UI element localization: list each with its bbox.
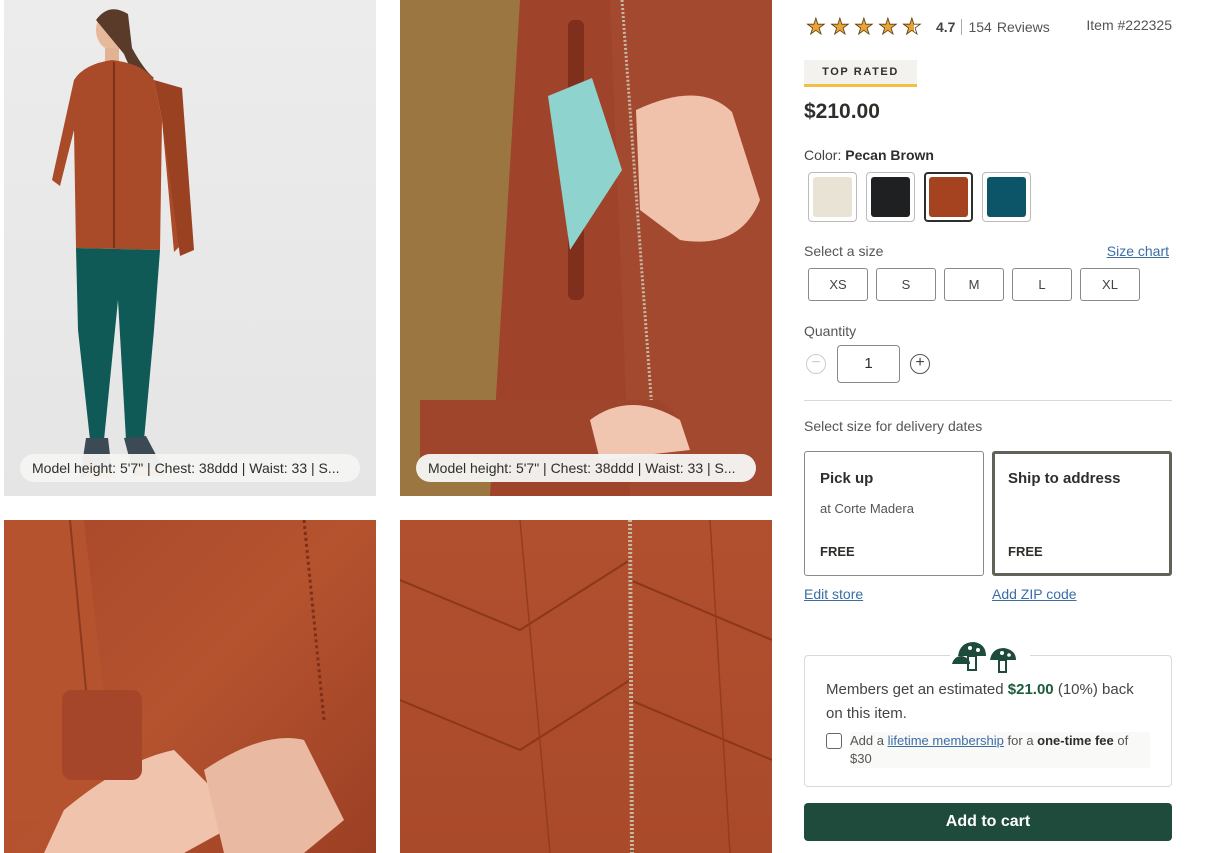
membership-mid: for a bbox=[1003, 733, 1038, 748]
reviews-count[interactable]: 154 bbox=[968, 19, 991, 35]
quantity-input[interactable]: 1 bbox=[837, 345, 900, 383]
star-icon: ★ bbox=[830, 14, 851, 39]
size-l-button[interactable]: L bbox=[1012, 268, 1072, 301]
mushroom-icon bbox=[950, 634, 1030, 674]
section-divider bbox=[804, 400, 1172, 401]
quantity-label: Quantity bbox=[804, 323, 857, 339]
swatch-cream[interactable] bbox=[808, 172, 857, 222]
rating-divider bbox=[961, 19, 963, 35]
add-zip-link[interactable]: Add ZIP code bbox=[992, 586, 1077, 602]
half-star-icon: ★ bbox=[902, 15, 926, 38]
size-m-button[interactable]: M bbox=[944, 268, 1004, 301]
pocket-illustration bbox=[400, 0, 772, 496]
size-label: Select a size bbox=[804, 243, 884, 259]
swatch-pecan-brown[interactable] bbox=[924, 172, 973, 222]
model-info-caption: Model height: 5'7" | Chest: 38ddd | Wais… bbox=[416, 454, 756, 482]
price: $210.00 bbox=[804, 100, 880, 123]
membership-offer: Add a lifetime membership for a one-time… bbox=[850, 732, 1150, 768]
selected-color-name: Pecan Brown bbox=[845, 147, 934, 163]
lifetime-membership-link[interactable]: lifetime membership bbox=[888, 733, 1004, 748]
reviews-label[interactable]: Reviews bbox=[997, 19, 1050, 35]
pickup-fee: FREE bbox=[820, 544, 855, 559]
star-icon: ★ bbox=[806, 14, 827, 39]
membership-amount: $21.00 bbox=[1007, 681, 1054, 698]
model-illustration bbox=[52, 9, 194, 478]
ship-option[interactable]: Ship to address FREE bbox=[992, 451, 1172, 576]
model-info-caption: Model height: 5'7" | Chest: 38ddd | Wais… bbox=[20, 454, 360, 482]
cuff-illustration bbox=[4, 520, 344, 853]
rating-summary[interactable]: ★ ★ ★ ★ ★ 4.7 154 Reviews bbox=[806, 14, 1050, 39]
color-label: Color: Pecan Brown bbox=[804, 147, 934, 163]
size-s-button[interactable]: S bbox=[876, 268, 936, 301]
product-photo-pocket[interactable]: Model height: 5'7" | Chest: 38ddd | Wais… bbox=[400, 0, 772, 496]
color-label-prefix: Color: bbox=[804, 147, 842, 163]
quantity-decrease-button[interactable]: − bbox=[806, 354, 826, 374]
product-photo-cuff[interactable] bbox=[4, 520, 376, 853]
swatch-black[interactable] bbox=[866, 172, 915, 222]
swatch-teal[interactable] bbox=[982, 172, 1031, 222]
pickup-option[interactable]: Pick up at Corte Madera FREE bbox=[804, 451, 984, 576]
size-xl-button[interactable]: XL bbox=[1080, 268, 1140, 301]
product-photo-model[interactable]: Model height: 5'7" | Chest: 38ddd | Wais… bbox=[4, 0, 376, 496]
membership-reward-text: Members get an estimated $21.00 (10%) ba… bbox=[826, 678, 1146, 726]
membership-add-prefix: Add a bbox=[850, 733, 888, 748]
membership-one-time-fee: one-time fee bbox=[1037, 733, 1114, 748]
rating-value: 4.7 bbox=[936, 19, 956, 35]
membership-text-1: Members get an estimated bbox=[826, 681, 1008, 698]
membership-checkbox[interactable] bbox=[826, 733, 842, 749]
size-options: XS S M L XL bbox=[808, 268, 1140, 301]
ship-title: Ship to address bbox=[1008, 470, 1121, 487]
top-rated-badge: TOP RATED bbox=[804, 60, 917, 87]
ship-fee: FREE bbox=[1008, 544, 1043, 559]
item-number: Item #222325 bbox=[1086, 17, 1172, 33]
size-chart-link[interactable]: Size chart bbox=[1107, 243, 1169, 259]
quantity-increase-button[interactable]: + bbox=[910, 354, 930, 374]
pickup-store: at Corte Madera bbox=[820, 501, 914, 516]
star-icon: ★ bbox=[878, 14, 899, 39]
color-swatches bbox=[808, 172, 1031, 222]
quilting-illustration bbox=[400, 520, 772, 853]
delivery-label: Select size for delivery dates bbox=[804, 418, 983, 434]
star-icon: ★ bbox=[854, 14, 875, 39]
edit-store-link[interactable]: Edit store bbox=[804, 586, 863, 602]
size-xs-button[interactable]: XS bbox=[808, 268, 868, 301]
product-photo-quilting[interactable] bbox=[400, 520, 772, 853]
add-to-cart-button[interactable]: Add to cart bbox=[804, 803, 1172, 841]
pickup-title: Pick up bbox=[820, 470, 874, 487]
